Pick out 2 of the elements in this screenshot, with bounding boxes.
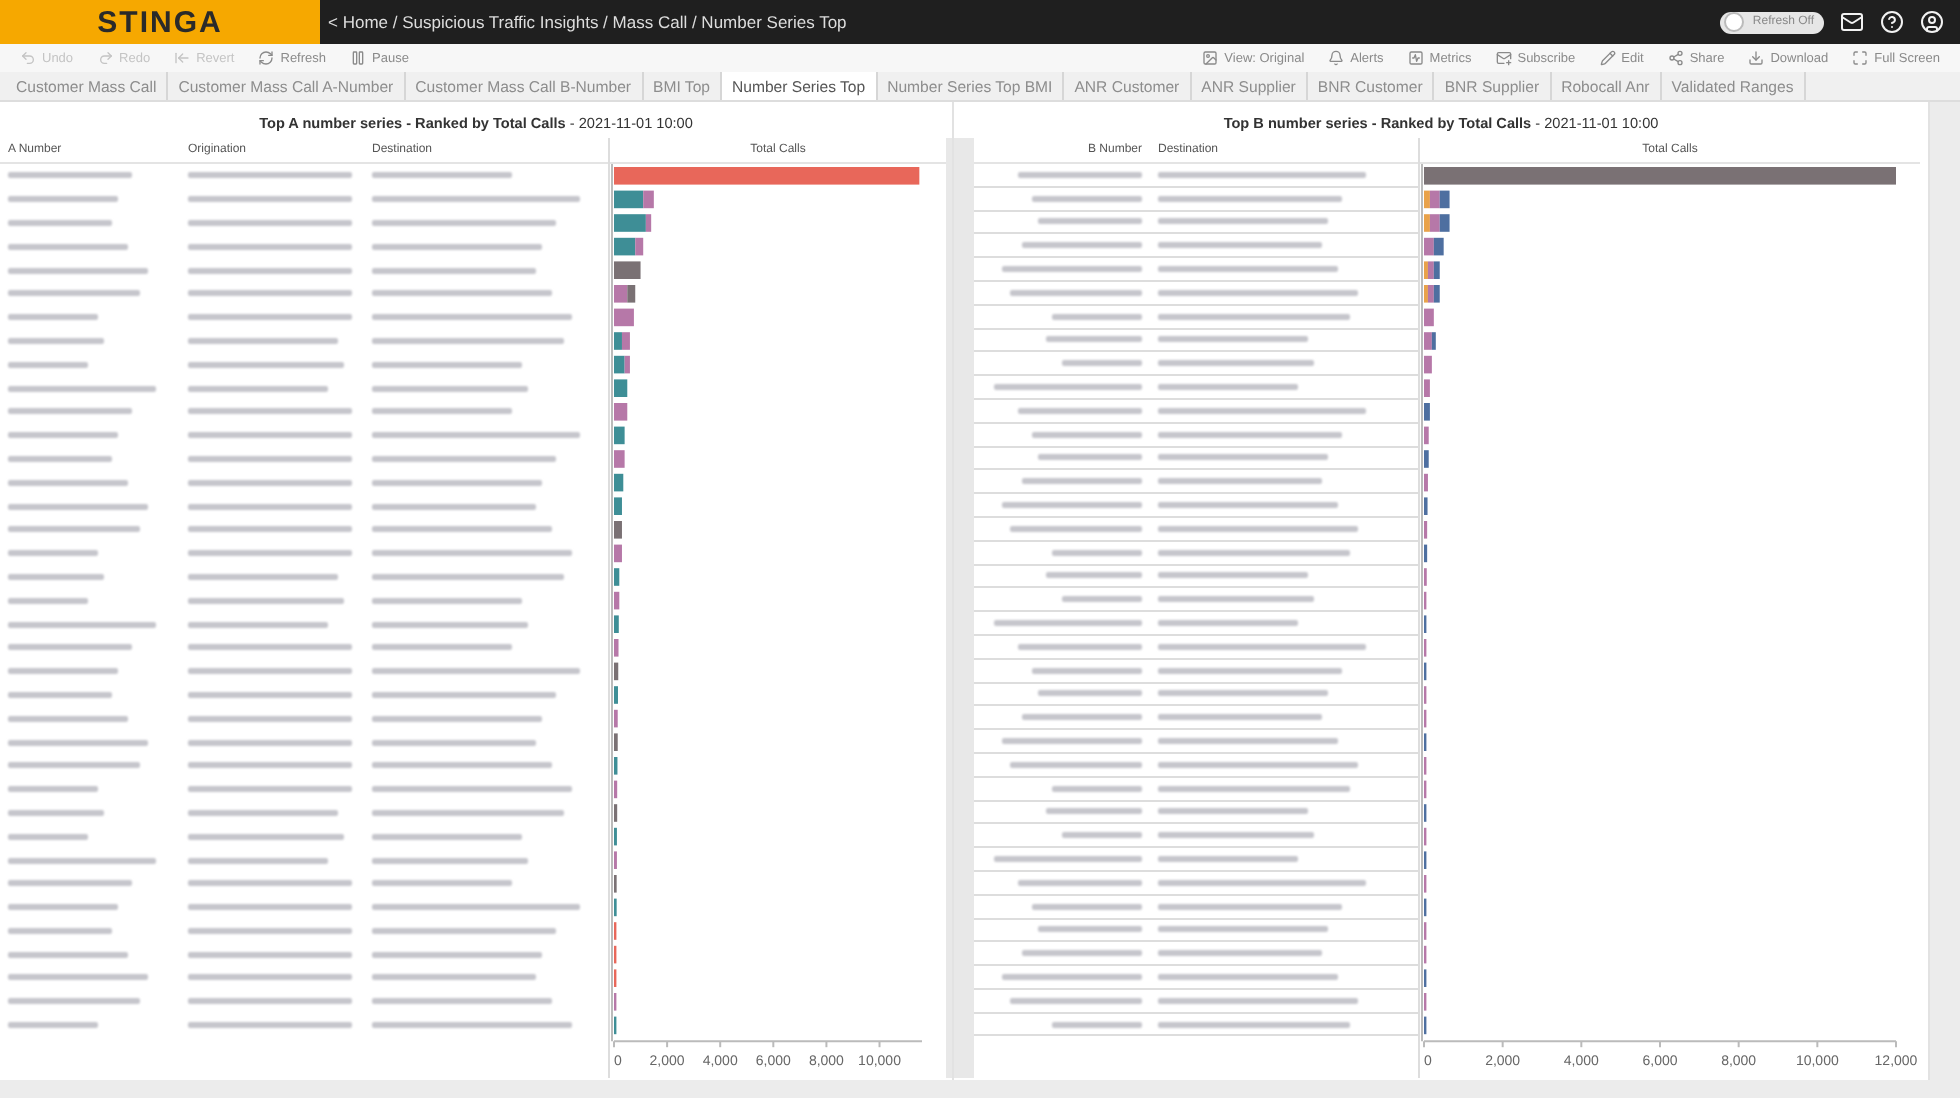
logo: STINGA xyxy=(97,5,223,39)
breadcrumb[interactable]: < Home / Suspicious Traffic Insights / Mass Call / Number Series Top xyxy=(328,12,1721,32)
